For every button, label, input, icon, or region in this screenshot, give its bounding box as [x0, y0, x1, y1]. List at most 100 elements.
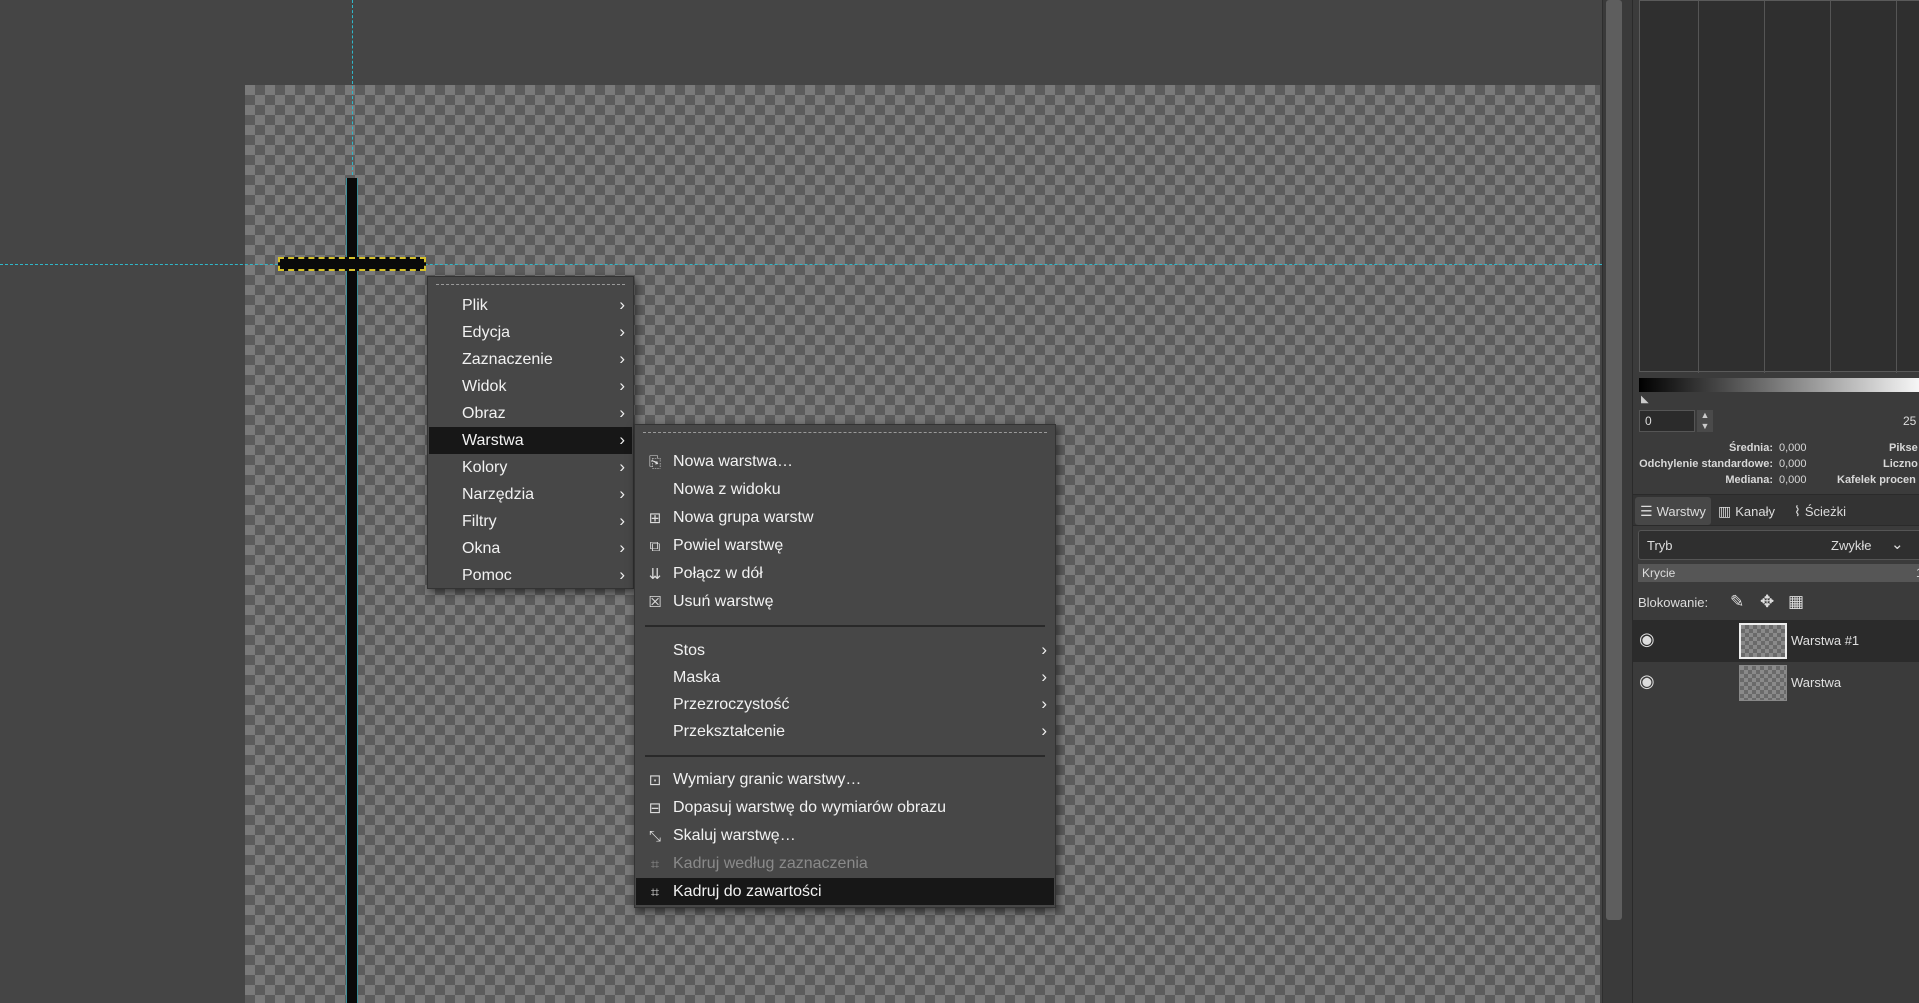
menu-item-crop-to-content[interactable]: ⌗ Kadruj do zawartości [636, 878, 1054, 905]
opacity-slider[interactable]: Krycie 1 [1638, 564, 1919, 582]
menu-item-filters[interactable]: Filtry › [429, 508, 632, 535]
menu-item-label: Skaluj warstwę… [673, 826, 796, 844]
chevron-right-icon: › [1041, 640, 1047, 659]
lock-pixels-icon[interactable]: ✎ [1730, 592, 1744, 612]
tab-layers-label: Warstwy [1656, 503, 1706, 519]
menu-item-layer[interactable]: Warstwa › [429, 427, 632, 454]
menu-item-label: Maska [673, 668, 721, 686]
selection-marquee[interactable] [278, 257, 426, 271]
menu-item-file[interactable]: Plik › [429, 292, 632, 319]
menu-item-tools[interactable]: Narzędzia › [429, 481, 632, 508]
menu-tearoff[interactable] [643, 432, 1047, 433]
horizontal-guide[interactable] [0, 264, 1602, 265]
menu-item-stack[interactable]: Stos › [636, 637, 1054, 664]
vertical-bar-shape [346, 178, 358, 1003]
menu-item-label: Obraz [462, 404, 506, 422]
menu-item-select[interactable]: Zaznaczenie › [429, 346, 632, 373]
tab-channels[interactable]: ▥ Kanały [1713, 497, 1780, 525]
range-marker-icon[interactable]: ◣ [1641, 394, 1649, 405]
chevron-right-icon: › [619, 322, 625, 341]
vertical-guide[interactable] [352, 0, 353, 175]
menu-item-label: Nowa warstwa… [673, 452, 794, 470]
menu-item-duplicate-layer[interactable]: ⧉ Powiel warstwę [636, 532, 1054, 559]
layer-name[interactable]: Warstwa [1791, 675, 1841, 690]
menu-item-new-from-visible[interactable]: Nowa z widoku [636, 476, 1054, 503]
menu-item-delete-layer[interactable]: ☒ Usuń warstwę [636, 588, 1054, 615]
menu-item-merge-down[interactable]: ⇊ Połącz w dół [636, 560, 1054, 587]
layer-thumbnail[interactable] [1739, 623, 1787, 659]
lock-label: Blokowanie: [1638, 595, 1709, 610]
menu-item-help[interactable]: Pomoc › [429, 562, 632, 589]
tab-paths[interactable]: ⌇ Ścieżki [1789, 497, 1851, 525]
layer-thumbnail[interactable] [1739, 665, 1787, 701]
menu-item-scale-layer[interactable]: ⤡ Skaluj warstwę… [636, 822, 1054, 849]
menu-item-label: Nowa z widoku [673, 480, 781, 498]
histogram-gridline [1764, 1, 1765, 373]
menu-item-label: Nowa grupa warstw [673, 508, 814, 526]
range-min-input[interactable]: 0 [1639, 410, 1695, 432]
mode-label: Tryb [1647, 538, 1673, 553]
menu-item-windows[interactable]: Okna › [429, 535, 632, 562]
right-dock: ◣ 0 ▲ ▼ 25 Średnia: 0,000 Pikse Odchyleni… [1632, 0, 1919, 1003]
scrollbar-thumb[interactable] [1606, 0, 1622, 920]
menu-item-edit[interactable]: Edycja › [429, 319, 632, 346]
mode-select[interactable]: Tryb Zwykłe ⌄ [1638, 530, 1919, 560]
menu-item-label: Filtry [462, 512, 497, 530]
menu-item-layer-boundary-size[interactable]: ⊡ Wymiary granic warstwy… [636, 766, 1054, 793]
layer-row[interactable]: ◉ Warstwa [1633, 662, 1919, 704]
histogram-graph [1639, 0, 1919, 373]
chevron-right-icon: › [619, 430, 625, 449]
layer-row[interactable]: ◉ Warstwa #1 [1633, 620, 1919, 662]
menu-item-label: Zaznaczenie [462, 350, 553, 368]
scale-layer-icon: ⤡ [648, 827, 661, 845]
lock-position-icon[interactable]: ✥ [1760, 592, 1774, 612]
tab-channels-label: Kanały [1735, 503, 1775, 519]
menu-item-new-layer-group[interactable]: ⊞ Nowa grupa warstw [636, 504, 1054, 531]
crop-to-selection-icon: ⌗ [650, 855, 660, 873]
chevron-right-icon: › [619, 484, 625, 503]
menu-item-label: Plik [462, 296, 488, 314]
histogram-gridline [1830, 1, 1831, 373]
range-min-spinner[interactable]: ▲ ▼ [1697, 410, 1713, 432]
median-label: Mediana: [1725, 474, 1773, 486]
menu-item-label: Przekształcenie [673, 722, 786, 740]
menu-item-label: Narzędzia [462, 485, 535, 503]
mean-label: Średnia: [1728, 442, 1773, 454]
menu-item-label: Wymiary granic warstwy… [673, 770, 862, 788]
menu-item-transparency[interactable]: Przezroczystość › [636, 691, 1054, 718]
range-max-value[interactable]: 25 [1903, 414, 1916, 428]
count-label: Liczno [1883, 458, 1918, 470]
histogram-gradient-bar[interactable] [1639, 378, 1919, 392]
menu-item-label: Kadruj według zaznaczenia [673, 854, 868, 872]
percentile-label: Kafelek procen [1837, 474, 1916, 486]
eye-icon[interactable]: ◉ [1639, 671, 1655, 692]
crop-to-content-icon: ⌗ [650, 883, 660, 901]
menu-item-layer-to-image-size[interactable]: ⊟ Dopasuj warstwę do wymiarów obrazu [636, 794, 1054, 821]
new-layer-group-icon: ⊞ [648, 510, 662, 527]
chevron-right-icon: › [1041, 694, 1047, 713]
lock-alpha-icon[interactable]: ▦ [1788, 592, 1804, 612]
mode-value: Zwykłe [1831, 538, 1872, 553]
menu-item-new-layer[interactable]: ⎘ Nowa warstwa… [636, 448, 1054, 475]
menu-item-transform[interactable]: Przekształcenie › [636, 718, 1054, 745]
histogram-gridline [1896, 1, 1897, 373]
menu-item-image[interactable]: Obraz › [429, 400, 632, 427]
menu-separator [645, 625, 1045, 627]
menu-item-label: Widok [462, 377, 507, 395]
menu-item-label: Stos [673, 641, 706, 659]
median-value: 0,000 [1779, 474, 1807, 486]
layer-name[interactable]: Warstwa #1 [1791, 633, 1859, 648]
chevron-right-icon: › [619, 403, 625, 422]
menu-item-label: Kadruj do zawartości [673, 882, 822, 900]
chevron-down-icon: ⌄ [1891, 536, 1904, 553]
menu-item-label: Połącz w dół [673, 564, 763, 582]
menu-item-view[interactable]: Widok › [429, 373, 632, 400]
eye-icon[interactable]: ◉ [1639, 629, 1655, 650]
menu-item-crop-to-selection[interactable]: ⌗ Kadruj według zaznaczenia [636, 850, 1054, 877]
chevron-right-icon: › [619, 295, 625, 314]
menu-item-colors[interactable]: Kolory › [429, 454, 632, 481]
tab-layers[interactable]: ☰ Warstwy [1635, 497, 1711, 525]
menu-item-mask[interactable]: Maska › [636, 664, 1054, 691]
menu-tearoff[interactable] [436, 284, 625, 285]
histogram-gridline [1698, 1, 1699, 373]
